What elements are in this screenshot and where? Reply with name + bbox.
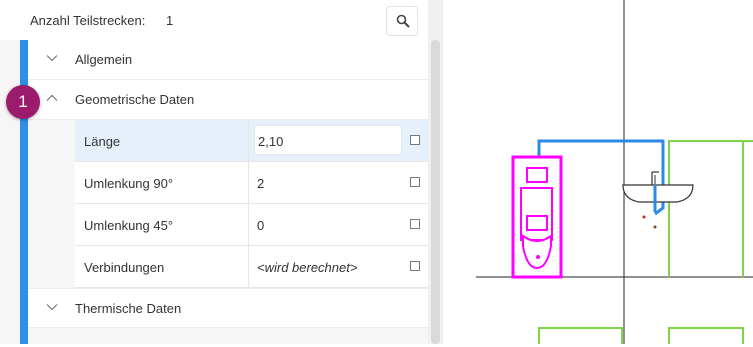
group-label-allgemein: Allgemein <box>75 52 133 67</box>
group-geometrische-daten[interactable]: Geometrische Daten <box>28 80 428 120</box>
property-value[interactable]: 0 <box>257 218 264 233</box>
row-checkbox[interactable] <box>410 219 420 229</box>
step-badge: 1 <box>6 85 40 119</box>
header-bar: Anzahl Teilstrecken: 1 <box>0 0 428 40</box>
group-label-thermische-daten: Thermische Daten <box>75 301 182 316</box>
washbasin <box>622 171 694 212</box>
cad-drawing-canvas[interactable] <box>443 0 753 344</box>
chevron-down-icon <box>46 304 58 311</box>
property-value: <wird berechnet> <box>257 260 358 275</box>
property-name: Umlenkung 45° <box>75 204 249 245</box>
group-allgemein[interactable]: Allgemein <box>28 40 428 80</box>
row-checkbox[interactable] <box>410 135 420 145</box>
chevron-down-icon <box>46 55 58 62</box>
water-pipe <box>537 139 665 216</box>
properties-table: Länge 2,10 Umlenkung 90° 2 Umlenkung 45°… <box>75 120 428 288</box>
search-button[interactable] <box>386 6 418 36</box>
cad-drawing <box>476 0 753 344</box>
scrollbar-thumb[interactable] <box>431 40 440 344</box>
properties-panel: Anzahl Teilstrecken: 1 Allgemein Geometr… <box>0 0 443 344</box>
group-label-geometrische-daten: Geometrische Daten <box>75 92 195 107</box>
walls <box>538 140 753 344</box>
search-icon <box>396 14 410 28</box>
marker-dot <box>653 225 657 229</box>
table-row[interactable]: Verbindungen <wird berechnet> <box>75 246 428 288</box>
group-thermische-daten[interactable]: Thermische Daten <box>28 288 428 328</box>
property-name: Umlenkung 90° <box>75 162 249 203</box>
row-checkbox[interactable] <box>410 177 420 187</box>
segment-count-label: Anzahl Teilstrecken: <box>30 13 146 28</box>
length-input[interactable]: 2,10 <box>254 125 402 155</box>
marker-dot <box>642 215 646 219</box>
chevron-up-icon <box>46 94 58 101</box>
property-value[interactable]: 2 <box>257 176 264 191</box>
table-row[interactable]: Umlenkung 90° 2 <box>75 162 428 204</box>
table-row[interactable]: Umlenkung 45° 0 <box>75 204 428 246</box>
property-name: Länge <box>75 120 249 161</box>
property-name: Verbindungen <box>75 246 249 287</box>
segment-count-value: 1 <box>166 13 174 28</box>
table-row[interactable]: Länge 2,10 <box>75 120 428 162</box>
row-checkbox[interactable] <box>410 261 420 271</box>
wc-fixture <box>511 155 563 279</box>
